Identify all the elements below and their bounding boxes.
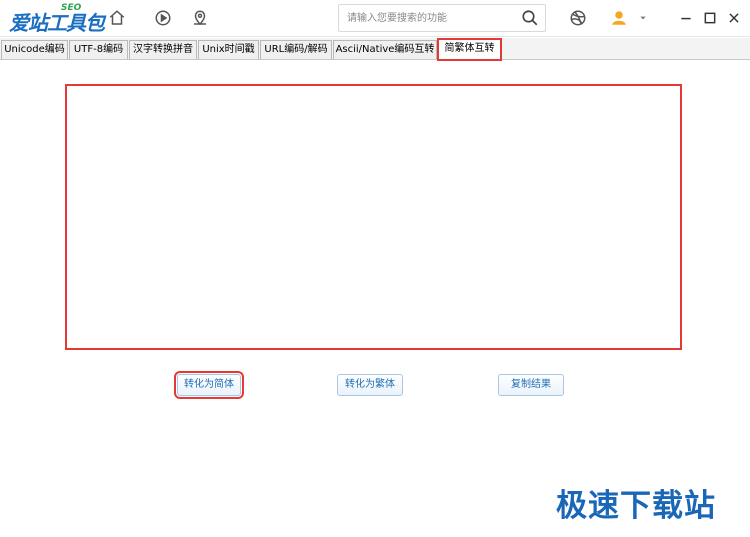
to-traditional-button[interactable]: 转化为繁体 (337, 374, 403, 396)
text-editor-frame (65, 84, 682, 350)
search-input[interactable] (339, 5, 519, 31)
home-icon[interactable] (106, 7, 128, 29)
close-icon[interactable] (724, 8, 744, 28)
logo-text: 爱站工具包 (9, 11, 105, 35)
title-bar: 爱站工具包 SEO (0, 0, 750, 37)
dribbble-icon[interactable] (567, 7, 589, 29)
text-editor[interactable] (67, 86, 680, 348)
play-icon[interactable] (152, 7, 174, 29)
tab-simplified-traditional[interactable]: 简繁体互转 (437, 38, 502, 61)
tab-unicode[interactable]: Unicode编码 (1, 40, 68, 59)
watermark-text: 极速下载站 (556, 488, 716, 524)
tab-utf8[interactable]: UTF-8编码 (69, 40, 128, 59)
location-icon[interactable] (189, 7, 211, 29)
search-icon[interactable] (521, 9, 539, 27)
to-simplified-button[interactable]: 转化为简体 (174, 371, 244, 399)
tab-unix-timestamp[interactable]: Unix时间戳 (198, 40, 259, 59)
maximize-icon[interactable] (700, 8, 720, 28)
dropdown-arrow-icon[interactable] (636, 7, 650, 29)
logo-seo-text: SEO (61, 3, 82, 13)
minimize-icon[interactable] (676, 8, 696, 28)
copy-result-button[interactable]: 复制结果 (498, 374, 564, 396)
app-logo[interactable]: 爱站工具包 SEO (9, 3, 105, 35)
user-icon[interactable] (608, 7, 630, 29)
tab-strip: Unicode编码 UTF-8编码 汉字转换拼音 Unix时间戳 URL编码/解… (0, 38, 750, 61)
main-panel: 转化为简体 转化为繁体 复制结果 (0, 61, 750, 537)
tab-ascii-native[interactable]: Ascii/Native编码互转 (333, 40, 437, 59)
tab-url-encode[interactable]: URL编码/解码 (260, 40, 332, 59)
tab-pinyin[interactable]: 汉字转换拼音 (129, 40, 197, 59)
search-box (338, 4, 546, 32)
